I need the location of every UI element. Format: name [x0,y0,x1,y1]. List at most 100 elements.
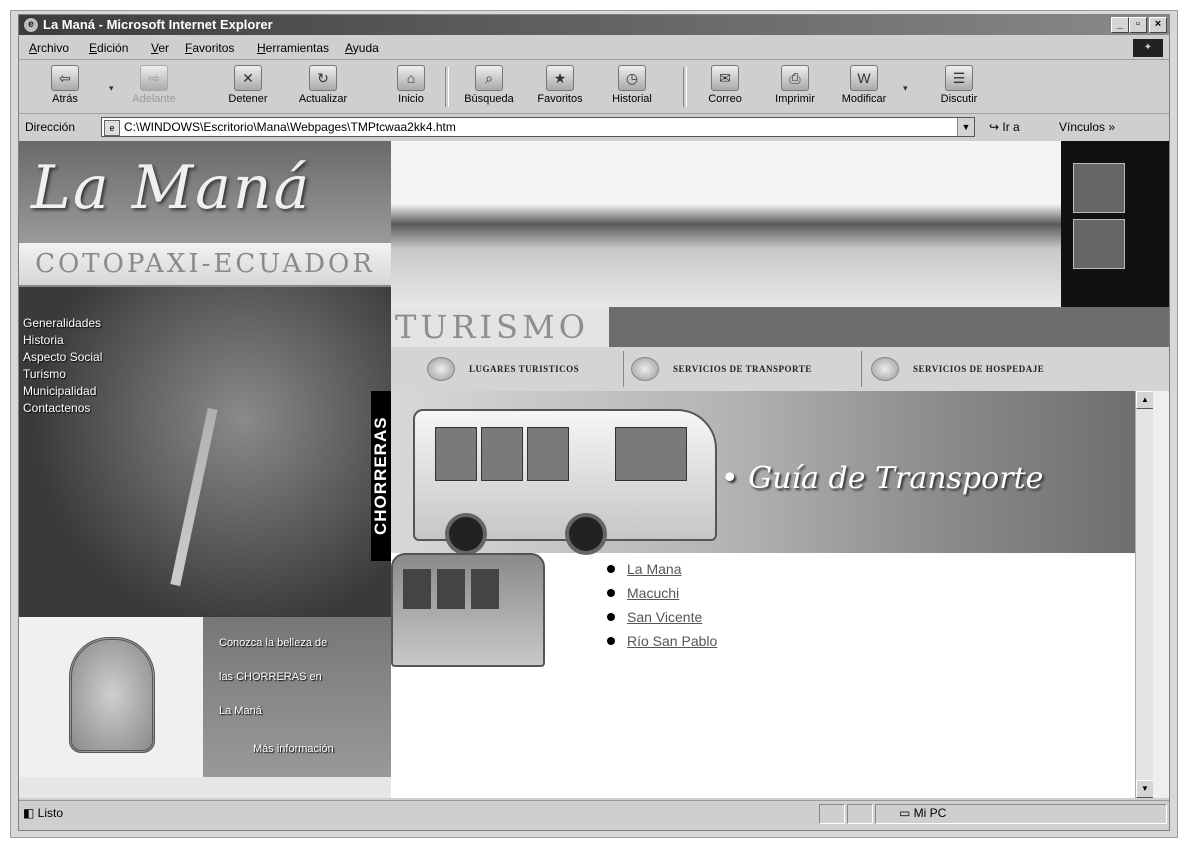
nav-link-contactenos[interactable]: Contactenos [23,400,102,417]
go-label: Ir a [1002,120,1020,134]
tab-servicios-hospedaje[interactable]: SERVICIOS DE HOSPEDAJE [865,347,1125,391]
nav-link-generalidades[interactable]: Generalidades [23,315,102,332]
left-column: La Maná COTOPAXI-ECUADOR Generalidades H… [19,141,391,798]
ie-icon: e [23,17,39,33]
nav-link-aspecto-social[interactable]: Aspecto Social [23,349,102,366]
tab-bullet-icon [871,357,899,381]
word-edit-icon: W [850,65,878,91]
status-text: ◧ Listo [23,806,64,820]
section-tabs: LUGARES TURISTICOS SERVICIOS DE TRANSPOR… [391,347,1169,392]
list-item: La Mana [607,557,717,581]
bus-window [527,427,569,481]
section-header: TURISMO [391,307,1169,347]
link-la-mana[interactable]: La Mana [627,561,681,577]
go-button[interactable]: ↪ Ir a [989,120,1020,134]
favorites-folder-icon: ★ [546,65,574,91]
transport-panel: • Guía de Transporte La Mana Macuchi San… [391,391,1135,798]
print-button[interactable]: ⎙ Imprimir [765,63,825,109]
nav-link-turismo[interactable]: Turismo [23,366,102,383]
menu-archivo[interactable]: Archivo [29,41,69,55]
tab-servicios-transporte[interactable]: SERVICIOS DE TRANSPORTE [625,347,855,391]
browser-window: e La Maná - Microsoft Internet Explorer … [18,14,1170,831]
logo-text: La Maná [31,153,312,223]
menu-ayuda[interactable]: Ayuda [345,41,379,55]
bus-window [403,569,431,609]
bullet-icon [607,613,615,621]
zone-text: ▭ Mi PC [899,806,947,820]
title-bar: e La Maná - Microsoft Internet Explorer … [19,15,1169,35]
refresh-button[interactable]: ↻ Actualizar [285,63,361,109]
scroll-up-icon[interactable]: ▲ [1136,391,1154,409]
chorreras-label: CHORRERAS [371,391,391,561]
nav-link-municipalidad[interactable]: Municipalidad [23,383,102,400]
nav-link-historia[interactable]: Historia [23,332,102,349]
menu-herramientas[interactable]: Herramientas [257,41,329,55]
bus-window [437,569,465,609]
thumbnail-1[interactable] [1073,163,1125,213]
thumbnail-2[interactable] [1073,219,1125,269]
frame-scrollbar[interactable]: ▲ ▼ [1135,391,1154,798]
links-label: Vínculos [1059,120,1106,134]
bus-wheel [445,513,487,555]
bus-window [481,427,523,481]
refresh-icon: ↻ [309,65,337,91]
menu-edicion[interactable]: Edición [89,41,128,55]
stop-button[interactable]: ✕ Detener [215,63,281,109]
links-button[interactable]: Vínculos » [1059,120,1115,134]
scroll-down-icon[interactable]: ▼ [1136,780,1154,798]
windows-logo-icon: ✦ [1133,39,1163,57]
waterfall-stream [170,407,218,587]
list-item: Río San Pablo [607,629,717,653]
bus-wheel [565,513,607,555]
maximize-button[interactable]: ▫ [1129,17,1147,33]
transport-banner: • Guía de Transporte [391,391,1135,555]
link-macuchi[interactable]: Macuchi [627,585,679,601]
destination-links: La Mana Macuchi San Vicente Río San Pabl… [607,557,717,653]
home-button[interactable]: ⌂ Inicio [387,63,435,109]
right-margin [1153,391,1169,798]
bullet-icon [607,637,615,645]
bus-window [435,427,477,481]
tab-bullet-icon [427,357,455,381]
promo-box: Conozca la belleza de las CHORRERAS en L… [203,617,391,777]
back-button[interactable]: ⇦ Atrás [37,63,93,109]
link-rio-san-pablo[interactable]: Río San Pablo [627,633,717,649]
bus-window [471,569,499,609]
favorites-button[interactable]: ★ Favoritos [527,63,593,109]
river-banner-photo [391,141,1061,307]
mail-button[interactable]: ✉ Correo [695,63,755,109]
address-input[interactable]: e C:\WINDOWS\Escritorio\Mana\Webpages\TM… [101,117,975,137]
address-label: Dirección [25,120,76,134]
promo-more-link[interactable]: Más información [253,743,334,755]
link-san-vicente[interactable]: San Vicente [627,609,702,625]
coat-of-arms-icon [69,637,155,753]
mail-icon: ✉ [711,65,739,91]
window-title: La Maná - Microsoft Internet Explorer [43,17,273,32]
forward-button[interactable]: ⇨ Adelante [119,63,189,109]
back-arrow-icon: ⇦ [51,65,79,91]
tab-lugares-turisticos[interactable]: LUGARES TURISTICOS [421,347,621,391]
printer-icon: ⎙ [781,65,809,91]
address-bar: Dirección e C:\WINDOWS\Escritorio\Mana\W… [19,115,1169,139]
history-icon: ◷ [618,65,646,91]
promo-line-3: La Maná [219,705,262,717]
toolbar: ⇦ Atrás ▾ ⇨ Adelante ✕ Detener ↻ Actualizar … [19,61,1169,114]
address-dropdown-icon[interactable]: ▼ [957,118,974,136]
search-button[interactable]: ⌕ Búsqueda [451,63,527,109]
discuss-icon: ☰ [945,65,973,91]
tab-bullet-icon [631,357,659,381]
edit-button[interactable]: W Modificar [829,63,899,109]
menu-ver[interactable]: Ver [151,41,169,55]
minimize-button[interactable]: _ [1111,17,1129,33]
history-button[interactable]: ◷ Historial [599,63,665,109]
bus-image [413,409,717,555]
menu-favoritos[interactable]: Favoritos [185,41,234,55]
promo-line-2: las CHORRERAS en [219,671,322,683]
tab-divider [623,351,624,387]
bullet-icon [607,565,615,573]
toolbar-separator [445,67,449,107]
discuss-button[interactable]: ☰ Discutir [927,63,991,109]
close-button[interactable]: × [1149,17,1167,33]
edit-dropdown-icon[interactable]: ▾ [903,83,908,94]
back-dropdown-icon[interactable]: ▾ [109,83,114,94]
